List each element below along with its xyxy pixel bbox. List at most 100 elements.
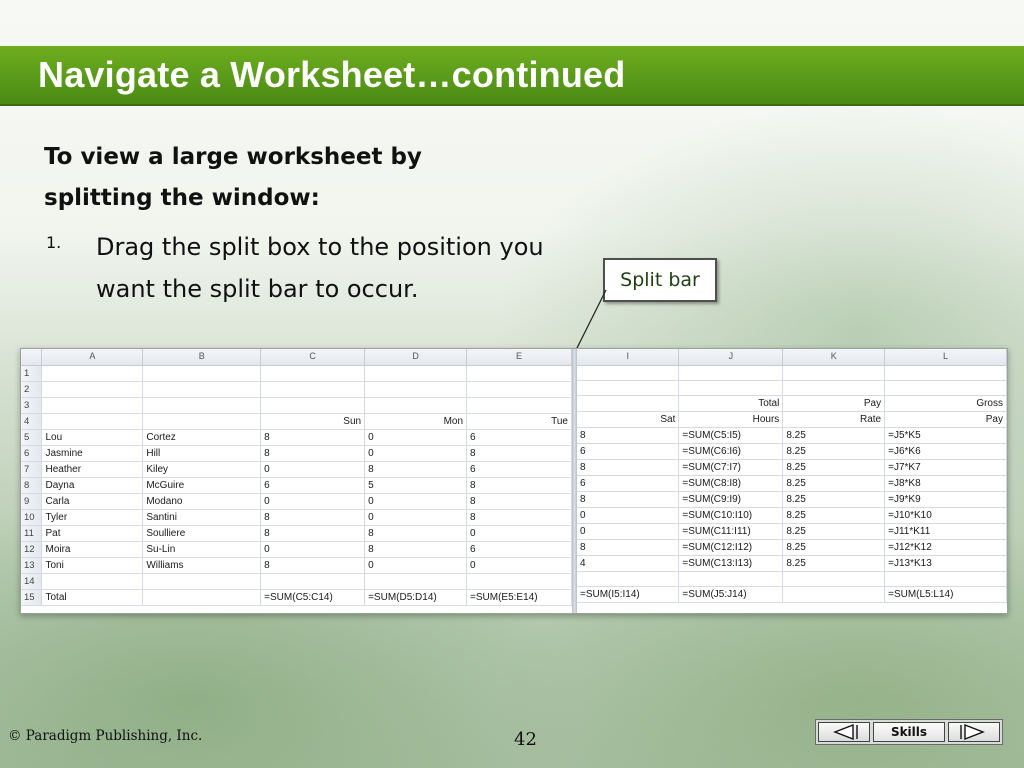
cell[interactable]: 0 [364, 445, 468, 462]
cell[interactable] [41, 397, 144, 414]
cell[interactable] [364, 365, 468, 382]
cell[interactable]: =SUM(C12:I12) [678, 539, 784, 556]
cell[interactable] [41, 573, 144, 590]
skills-button[interactable]: Skills [873, 722, 945, 742]
cell[interactable]: Gross [884, 395, 1007, 412]
column-header-i[interactable]: I [577, 349, 680, 366]
cell[interactable]: 6 [466, 429, 572, 446]
cell[interactable] [466, 573, 572, 590]
cell[interactable]: =SUM(C6:I6) [678, 443, 784, 460]
cell[interactable] [678, 380, 784, 396]
cell[interactable]: 8.25 [782, 523, 886, 540]
cell[interactable]: =SUM(C8:I8) [678, 475, 784, 492]
cell[interactable] [782, 586, 886, 603]
cell[interactable]: McGuire [142, 477, 262, 494]
row-header[interactable]: 13 [21, 557, 43, 574]
cell[interactable]: Modano [142, 493, 262, 510]
cell[interactable]: 0 [577, 523, 680, 540]
row-header[interactable]: 4 [21, 413, 43, 430]
cell[interactable]: Santini [142, 509, 262, 526]
column-header-c[interactable]: C [260, 349, 366, 366]
cell[interactable]: 8 [364, 461, 468, 478]
cell[interactable]: =SUM(D5:D14) [364, 589, 468, 606]
cell[interactable] [577, 380, 680, 396]
row-header[interactable]: 6 [21, 445, 43, 462]
cell[interactable]: Total [41, 589, 144, 606]
cell[interactable]: Total [678, 395, 784, 412]
cell[interactable] [41, 381, 144, 398]
cell[interactable]: =J9*K9 [884, 491, 1007, 508]
cell[interactable]: 6 [466, 461, 572, 478]
column-header-j[interactable]: J [678, 349, 784, 366]
cell[interactable]: 0 [577, 507, 680, 524]
cell[interactable] [142, 397, 262, 414]
cell[interactable]: 0 [466, 557, 572, 574]
cell[interactable]: 5 [364, 477, 468, 494]
cell[interactable]: Williams [142, 557, 262, 574]
row-header[interactable]: 14 [21, 573, 43, 590]
cell[interactable]: Sun [260, 413, 366, 430]
cell[interactable]: 8 [364, 541, 468, 558]
cell[interactable] [142, 365, 262, 382]
cell[interactable]: 8 [466, 445, 572, 462]
cell[interactable]: Heather [41, 461, 144, 478]
cell[interactable]: =SUM(I5:I14) [577, 586, 680, 603]
cell[interactable] [678, 365, 784, 381]
cell[interactable]: 8 [364, 525, 468, 542]
cell[interactable]: Hours [678, 411, 784, 428]
cell[interactable]: 8 [577, 427, 680, 444]
cell[interactable]: 6 [466, 541, 572, 558]
cell[interactable]: =J8*K8 [884, 475, 1007, 492]
cell[interactable]: =J7*K7 [884, 459, 1007, 476]
row-header[interactable]: 3 [21, 397, 43, 414]
cell[interactable]: 4 [577, 555, 680, 572]
cell[interactable]: Su-Lin [142, 541, 262, 558]
previous-slide-button[interactable] [818, 722, 870, 742]
cell[interactable]: =SUM(L5:L14) [884, 586, 1007, 603]
cell[interactable]: 8 [260, 445, 366, 462]
cell[interactable]: Tue [466, 413, 572, 430]
cell[interactable] [142, 381, 262, 398]
cell[interactable]: 8.25 [782, 427, 886, 444]
cell[interactable]: Jasmine [41, 445, 144, 462]
cell[interactable]: 8 [466, 477, 572, 494]
column-header-a[interactable]: A [41, 349, 144, 366]
row-header[interactable]: 5 [21, 429, 43, 446]
cell[interactable] [364, 397, 468, 414]
cell[interactable]: Pat [41, 525, 144, 542]
cell[interactable] [260, 365, 366, 382]
cell[interactable]: Cortez [142, 429, 262, 446]
cell[interactable]: Moira [41, 541, 144, 558]
cell[interactable] [260, 573, 366, 590]
cell[interactable] [782, 365, 886, 381]
cell[interactable] [577, 571, 680, 587]
column-header-l[interactable]: L [884, 349, 1007, 366]
cell[interactable]: 0 [260, 541, 366, 558]
cell[interactable]: Hill [142, 445, 262, 462]
cell[interactable]: 8.25 [782, 459, 886, 476]
row-header[interactable]: 7 [21, 461, 43, 478]
cell[interactable]: 8.25 [782, 491, 886, 508]
cell[interactable]: Lou [41, 429, 144, 446]
cell[interactable]: 6 [577, 475, 680, 492]
cell[interactable]: 8.25 [782, 539, 886, 556]
column-header-e[interactable]: E [466, 349, 572, 366]
cell[interactable]: =SUM(C5:C14) [260, 589, 366, 606]
worksheet-left-pane[interactable]: A B C D E 1 2 3 4 Sun Mon Tue 5 Lou Cortez 8 0 6 6 Jasmine H… [21, 349, 572, 613]
cell[interactable]: =SUM(C11:I11) [678, 523, 784, 540]
cell[interactable]: 0 [260, 461, 366, 478]
row-header[interactable]: 1 [21, 365, 43, 382]
cell[interactable]: 8 [577, 539, 680, 556]
cell[interactable]: Pay [884, 411, 1007, 428]
cell[interactable]: 8 [260, 525, 366, 542]
column-header-k[interactable]: K [782, 349, 886, 366]
next-slide-button[interactable] [948, 722, 1000, 742]
cell[interactable]: =SUM(J5:J14) [678, 586, 784, 603]
cell[interactable]: Kiley [142, 461, 262, 478]
cell[interactable] [142, 573, 262, 590]
row-header[interactable]: 2 [21, 381, 43, 398]
cell[interactable]: Carla [41, 493, 144, 510]
cell[interactable]: 0 [364, 509, 468, 526]
select-all-corner[interactable] [21, 349, 43, 366]
cell[interactable]: 6 [577, 443, 680, 460]
